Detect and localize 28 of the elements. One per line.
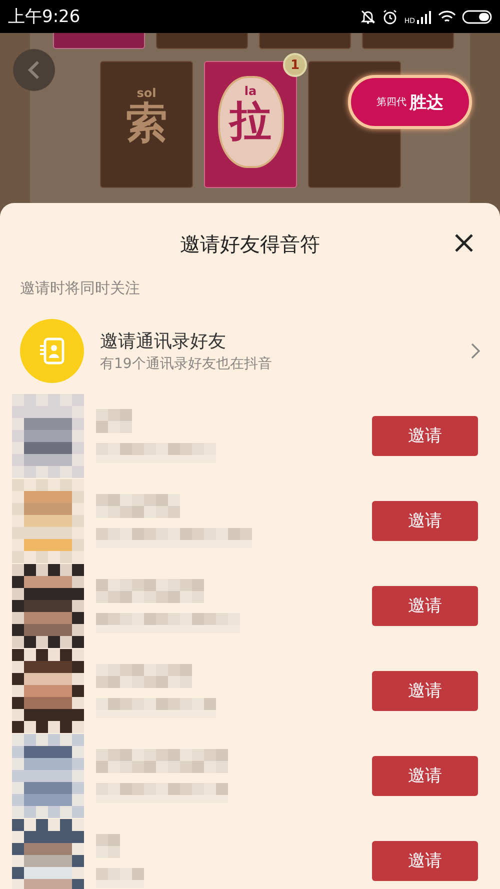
contacts-row[interactable]: 邀请通讯录好友 有19个通讯录好友也在抖音: [0, 301, 500, 383]
note-character: 拉: [230, 98, 272, 144]
back-icon: [28, 60, 40, 80]
invite-button[interactable]: 邀请: [372, 500, 478, 540]
note-label: sol: [136, 86, 156, 100]
note-label: la: [244, 84, 257, 98]
invite-button[interactable]: 邀请: [372, 756, 478, 796]
note-card[interactable]: sol 索: [100, 61, 193, 188]
contacts-title: 邀请通讯录好友: [100, 330, 227, 353]
wifi-icon: [438, 10, 456, 24]
invite-button[interactable]: 邀请: [372, 840, 478, 880]
alarm-icon: [382, 8, 398, 24]
contacts-subtitle: 有19个通讯录好友也在抖音: [100, 355, 272, 373]
invite-button[interactable]: 邀请: [372, 586, 478, 626]
note-character: 索: [126, 100, 168, 146]
back-button[interactable]: [13, 49, 55, 91]
close-icon: [454, 233, 474, 253]
invite-button[interactable]: 邀请: [372, 670, 478, 710]
chevron-icon: [471, 343, 480, 359]
hint-text: 邀请时将同时关注: [19, 278, 141, 299]
invite-button[interactable]: 邀请: [372, 416, 478, 456]
signal-icon: [416, 10, 432, 24]
sheet-title: 邀请好友得音符: [180, 230, 320, 258]
status-time: 上午9:26: [8, 6, 80, 28]
badge-prefix: 第四代: [376, 96, 406, 109]
badge-name: 胜达: [410, 92, 444, 114]
mute-bell-icon: [360, 8, 376, 24]
battery-icon: [462, 10, 492, 24]
